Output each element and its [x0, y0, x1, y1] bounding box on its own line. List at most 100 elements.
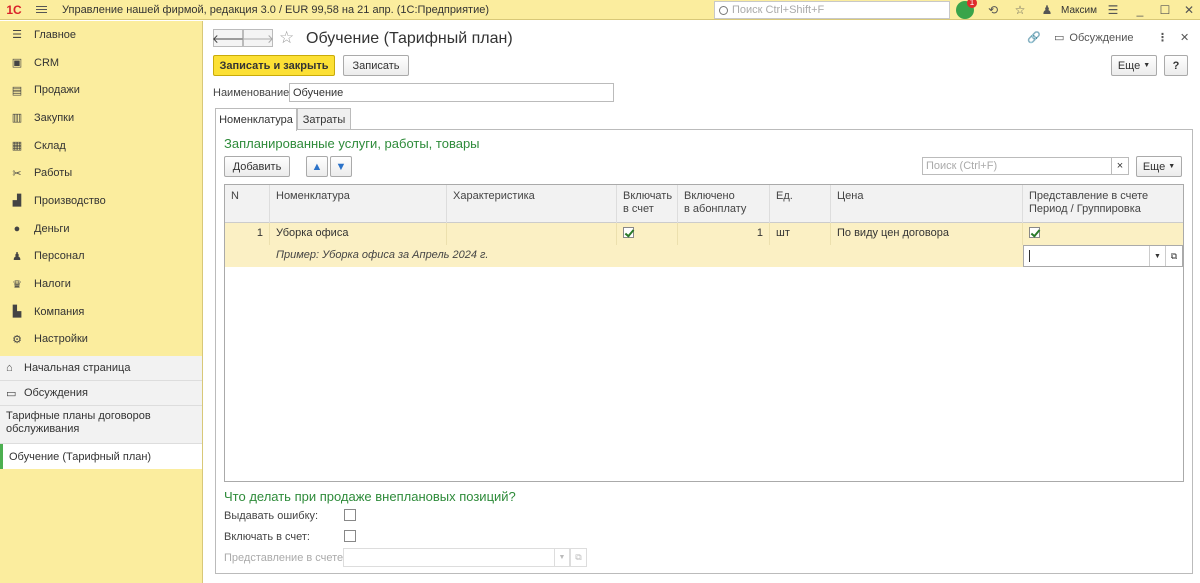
minimize-icon[interactable]: _ — [1131, 0, 1149, 20]
col-include-header[interactable]: Включать в счет — [617, 185, 678, 223]
sidebar-item-money[interactable]: ● Деньги — [0, 215, 202, 243]
form-close-icon[interactable]: ✕ — [1180, 31, 1189, 44]
maximize-icon[interactable]: ☐ — [1156, 0, 1174, 20]
open-windows-panel: ⌂ Начальная страница ▭ Обсуждения Тарифные… — [0, 356, 202, 469]
page-title: Обучение (Тарифный план) — [306, 30, 513, 47]
representation-checkbox[interactable] — [1029, 227, 1040, 238]
cell-representation[interactable] — [1023, 223, 1183, 245]
col-n-header[interactable]: N — [225, 185, 270, 223]
error-label: Выдавать ошибку: — [224, 510, 319, 522]
cell-included[interactable]: 1 — [678, 223, 770, 245]
favorites-star-icon[interactable]: ☆ — [1011, 0, 1029, 20]
discussion-label: Обсуждение — [1069, 31, 1134, 44]
table-row[interactable]: 1 Уборка офиса 1 шт По виду цен договора — [225, 223, 1183, 245]
back-button[interactable]: 🡐 — [212, 29, 244, 47]
repr-dropdown-icon[interactable]: ▼ — [554, 548, 570, 567]
cell-price[interactable]: По виду цен договора — [831, 223, 1023, 245]
include-checkbox[interactable] — [344, 530, 356, 542]
chevron-down-icon: ▼ — [1168, 163, 1176, 170]
col-representation-header[interactable]: Представление в счете Период / Группировк… — [1023, 185, 1183, 223]
col-characteristic-header[interactable]: Характеристика — [447, 185, 617, 223]
include-in-invoice-checkbox[interactable] — [623, 227, 634, 238]
favorite-star-icon[interactable]: ☆ — [279, 28, 294, 48]
col-included-header[interactable]: Включено в абонплату — [678, 185, 770, 223]
clear-search-icon[interactable]: × — [1111, 157, 1129, 175]
discussions-link[interactable]: ▭ Обсуждения — [0, 381, 202, 406]
sidebar-item-production[interactable]: ▟ Производство — [0, 187, 202, 215]
name-field[interactable]: Обучение — [289, 83, 614, 102]
repr-field[interactable] — [343, 548, 555, 567]
sidebar-item-warehouse[interactable]: ▦ Склад — [0, 132, 202, 160]
table-more-button[interactable]: Еще ▼ — [1136, 156, 1182, 177]
sidebar-item-sales[interactable]: ▤ Продажи — [0, 76, 202, 104]
home-page-link[interactable]: ⌂ Начальная страница — [0, 356, 202, 381]
warehouse-icon: ▦ — [11, 140, 23, 153]
menu-icon: ☰ — [12, 29, 22, 42]
open-window-tariff-plans[interactable]: Тарифные планы договоров обслуживания — [0, 406, 202, 444]
repr-open-icon[interactable]: ⧉ — [570, 548, 587, 567]
cell-unit[interactable]: шт — [770, 223, 831, 245]
global-search-placeholder: Поиск Ctrl+Shift+F — [732, 4, 825, 16]
sidebar-item-personnel[interactable]: ♟ Персонал — [0, 243, 202, 271]
col-unit-header[interactable]: Ед. — [770, 185, 831, 223]
error-checkbox[interactable] — [344, 509, 356, 521]
col-repr-line1: Представление в счете — [1029, 190, 1149, 202]
sidebar: ☰ Главное ▣ CRM ▤ Продажи ▥ Закупки ▦ Склад ✂… — [0, 21, 203, 583]
more-button[interactable]: Еще ▼ — [1111, 55, 1157, 76]
discussions-icon: ▭ — [6, 387, 17, 400]
open-window-current[interactable]: Обучение (Тарифный план) — [0, 444, 202, 469]
money-icon: ● — [13, 222, 21, 235]
cell-characteristic[interactable] — [447, 223, 617, 245]
cell-n[interactable]: 1 — [225, 223, 270, 245]
user-name[interactable]: Максим — [1058, 0, 1100, 20]
sidebar-item-label: Работы — [34, 167, 73, 180]
open-icon[interactable]: ⧉ — [1165, 246, 1182, 266]
sidebar-item-company[interactable]: ▙ Компания — [0, 298, 202, 326]
form-area: 🡐 🡒 ☆ Обучение (Тарифный план) 🔗 ▭ Обсужд… — [203, 21, 1200, 583]
cell-include-in-invoice[interactable] — [617, 223, 678, 245]
crm-icon: ▣ — [11, 57, 23, 70]
main-menu-icon[interactable] — [28, 6, 54, 13]
history-icon[interactable]: ⟲ — [984, 0, 1002, 20]
save-button[interactable]: Записать — [343, 55, 409, 76]
tab-nomenclature[interactable]: Номенклатура — [215, 108, 297, 131]
sidebar-item-label: Налоги — [34, 278, 71, 291]
forward-button[interactable]: 🡒 — [242, 29, 274, 47]
help-button[interactable]: ? — [1164, 55, 1188, 76]
notifications-icon[interactable]: 1 — [956, 0, 977, 19]
global-search-input[interactable]: Поиск Ctrl+Shift+F — [714, 1, 950, 19]
nomenclature-table: N Номенклатура Характеристика Включать в … — [224, 184, 1184, 482]
search-icon — [719, 5, 728, 15]
app-logo: 1С — [6, 2, 22, 17]
sidebar-item-works[interactable]: ✂ Работы — [0, 159, 202, 187]
sidebar-item-main[interactable]: ☰ Главное — [0, 21, 202, 49]
table-more-label: Еще — [1142, 160, 1166, 173]
sidebar-item-taxes[interactable]: ♛ Налоги — [0, 270, 202, 298]
sidebar-item-settings[interactable]: ⚙ Настройки — [0, 326, 202, 354]
sidebar-item-purchases[interactable]: ▥ Закупки — [0, 104, 202, 132]
form-menu-icon[interactable]: ⋮ — [1157, 31, 1168, 44]
cell-item[interactable]: Уборка офиса — [270, 223, 447, 245]
discussion-button[interactable]: ▭ Обсуждение — [1054, 31, 1134, 45]
add-row-button[interactable]: Добавить — [224, 156, 290, 177]
save-and-close-button[interactable]: Записать и закрыть — [213, 55, 335, 76]
sidebar-item-crm[interactable]: ▣ CRM — [0, 49, 202, 77]
tab-costs[interactable]: Затраты — [297, 108, 351, 130]
col-item-header[interactable]: Номенклатура — [270, 185, 447, 223]
move-down-icon[interactable]: ▼ — [330, 156, 352, 177]
sidebar-item-label: Деньги — [34, 222, 70, 235]
close-icon[interactable]: ✕ — [1180, 0, 1198, 20]
home-page-label: Начальная страница — [24, 362, 131, 374]
settings-menu-icon[interactable]: ☰ — [1104, 0, 1122, 20]
sidebar-item-label: Склад — [34, 139, 66, 152]
sidebar-item-label: Главное — [34, 28, 77, 41]
planned-services-title: Запланированные услуги, работы, товары — [224, 136, 480, 151]
period-grouping-field[interactable]: ▼ ⧉ — [1023, 245, 1183, 267]
move-up-icon[interactable]: ▲ — [306, 156, 328, 177]
sidebar-item-label: Персонал — [34, 250, 85, 263]
link-icon[interactable]: 🔗 — [1027, 31, 1041, 44]
col-price-header[interactable]: Цена — [831, 185, 1023, 223]
dropdown-icon[interactable]: ▼ — [1149, 246, 1165, 266]
user-icon[interactable]: ♟ — [1038, 0, 1056, 20]
table-search-input[interactable]: Поиск (Ctrl+F) — [922, 157, 1112, 175]
